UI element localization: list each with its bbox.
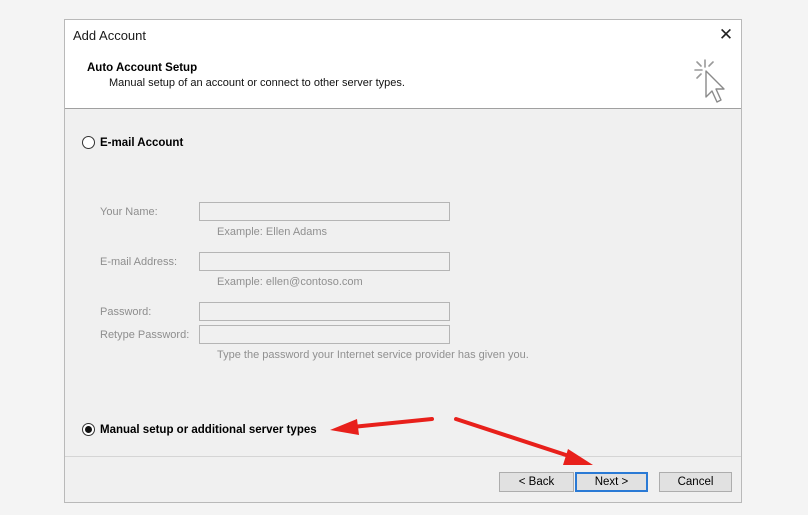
email-account-radio[interactable]: [82, 136, 95, 149]
your-name-hint: Example: Ellen Adams: [217, 226, 328, 238]
retype-password-label: Retype Password:: [100, 329, 190, 341]
manual-setup-option[interactable]: Manual setup or additional server types: [82, 423, 317, 436]
manual-setup-label: Manual setup or additional server types: [100, 423, 317, 436]
email-address-hint: Example: ellen@contoso.com: [217, 276, 363, 288]
email-address-label: E-mail Address:: [100, 256, 178, 268]
close-icon: ✕: [718, 25, 734, 44]
header-title: Auto Account Setup: [87, 62, 198, 74]
back-button[interactable]: < Back: [499, 472, 574, 492]
title-bar: Add Account ✕: [65, 20, 741, 50]
password-hint: Type the password your Internet service …: [217, 349, 529, 361]
window-title: Add Account: [73, 28, 146, 43]
email-address-input[interactable]: [199, 252, 450, 271]
cursor-click-icon: [694, 59, 725, 103]
footer-divider: [65, 456, 741, 457]
password-input[interactable]: [199, 302, 450, 321]
manual-setup-radio[interactable]: [82, 423, 95, 436]
close-button[interactable]: ✕: [711, 20, 741, 50]
your-name-label: Your Name:: [100, 206, 158, 218]
header-subtitle: Manual setup of an account or connect to…: [109, 77, 405, 89]
next-button[interactable]: Next >: [575, 472, 648, 492]
password-label: Password:: [100, 306, 152, 318]
cancel-button[interactable]: Cancel: [659, 472, 732, 492]
retype-password-input[interactable]: [199, 325, 450, 344]
add-account-dialog: Add Account ✕ Auto Account Setup Manual …: [64, 19, 742, 503]
your-name-input[interactable]: [199, 202, 450, 221]
email-account-option[interactable]: E-mail Account: [82, 136, 183, 149]
wizard-header: Auto Account Setup Manual setup of an ac…: [65, 50, 741, 109]
email-account-label: E-mail Account: [100, 136, 184, 149]
